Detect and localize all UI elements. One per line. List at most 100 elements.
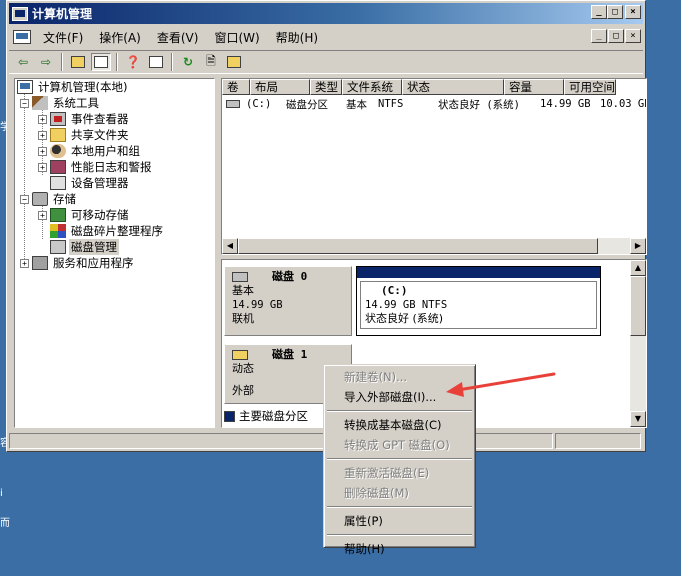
free-space-cell: 10.03 GB — [600, 98, 647, 110]
export-button[interactable] — [224, 53, 244, 71]
scroll-right-button[interactable]: ▶ — [630, 238, 646, 254]
menu-item-convert-basic[interactable]: 转换成基本磁盘(C) — [326, 415, 473, 435]
menu-file[interactable]: 文件(F) — [35, 27, 91, 48]
disk-0-info[interactable]: 磁盘 0 基本 14.99 GB 联机 — [224, 266, 352, 336]
scroll-thumb[interactable] — [238, 238, 598, 254]
users-icon — [50, 144, 66, 158]
folder-up-icon — [71, 56, 85, 68]
computer-icon — [17, 80, 33, 94]
console-icon[interactable] — [13, 30, 31, 44]
drive-icon — [226, 100, 240, 108]
column-header-capacity[interactable]: 容量 — [504, 79, 564, 95]
close-button[interactable]: × — [625, 5, 641, 19]
column-header-type[interactable]: 类型 — [310, 79, 342, 95]
minimize-button[interactable]: _ — [591, 5, 607, 19]
expand-icon[interactable]: + — [38, 162, 47, 172]
scroll-down-button[interactable]: ▼ — [630, 411, 646, 427]
disk-context-menu: 新建卷(N)... 导入外部磁盘(I)... 转换成基本磁盘(C) 转换成 GP… — [323, 364, 476, 556]
up-level-button[interactable] — [68, 53, 88, 71]
desktop-text-fragment: i — [0, 488, 3, 499]
menu-item-reactivate[interactable]: 重新激活磁盘(E) — [326, 463, 473, 483]
tree-item-event-viewer[interactable]: + 事件查看器 — [38, 111, 131, 127]
properties-button[interactable]: 🗎 — [201, 53, 221, 71]
forward-button[interactable]: ⇨ — [36, 53, 56, 71]
volume-name: (C:) — [246, 98, 272, 110]
column-header-layout[interactable]: 布局 — [250, 79, 310, 95]
help-icon: ❓ — [125, 55, 141, 69]
column-header-filesystem[interactable]: 文件系统 — [342, 79, 402, 95]
scroll-left-button[interactable]: ◀ — [222, 238, 238, 254]
tree-label: 共享文件夹 — [71, 128, 129, 142]
toolbar-separator — [171, 53, 173, 71]
menu-help[interactable]: 帮助(H) — [268, 27, 326, 48]
refresh-button[interactable]: ↻ — [178, 53, 198, 71]
tree-label: 本地用户和组 — [71, 144, 140, 158]
disk-management-icon — [50, 240, 66, 254]
volume-c-block[interactable]: (C:) 14.99 GB NTFS 状态良好 (系统) — [356, 266, 601, 336]
event-viewer-icon — [50, 112, 66, 126]
tree-item-device-manager[interactable]: 设备管理器 — [50, 175, 131, 191]
menu-item-remove-disk[interactable]: 删除磁盘(M) — [326, 483, 473, 503]
tree-item-disk-management[interactable]: 磁盘管理 — [50, 239, 119, 255]
child-restore-button[interactable]: □ — [608, 29, 624, 43]
menu-view[interactable]: 查看(V) — [149, 27, 207, 48]
toolbar-separator — [116, 53, 118, 71]
column-header-free-space[interactable]: 可用空间 — [564, 79, 616, 95]
horizontal-scrollbar[interactable]: ◀ ▶ — [222, 238, 646, 254]
column-header-status[interactable]: 状态 — [402, 79, 504, 95]
legend-swatch — [224, 410, 235, 422]
tree-item-storage[interactable]: − 存储 — [20, 191, 78, 207]
scroll-up-button[interactable]: ▲ — [630, 260, 646, 276]
menu-item-new-volume[interactable]: 新建卷(N)... — [326, 367, 473, 387]
vertical-scrollbar[interactable]: ▲ ▼ — [630, 260, 646, 427]
child-close-button[interactable]: × — [625, 29, 641, 43]
back-arrow-icon: ⇦ — [17, 55, 29, 69]
expand-icon[interactable]: + — [38, 114, 47, 124]
maximize-button[interactable]: □ — [607, 5, 623, 19]
action-pane-button[interactable] — [146, 53, 166, 71]
layout-cell: 磁盘分区 — [286, 98, 328, 111]
defrag-icon — [50, 224, 66, 238]
help-button[interactable]: ❓ — [123, 53, 143, 71]
disk-status: 联机 — [232, 312, 254, 325]
tree-item-shared-folders[interactable]: + 共享文件夹 — [38, 127, 131, 143]
volume-status: 状态良好 (系统) — [365, 312, 444, 325]
tree-item-removable-storage[interactable]: + 可移动存储 — [38, 207, 131, 223]
expand-icon[interactable]: + — [20, 258, 29, 268]
tree-item-defrag[interactable]: 磁盘碎片整理程序 — [50, 223, 165, 239]
menu-window[interactable]: 窗口(W) — [206, 27, 267, 48]
tree-item-local-users[interactable]: + 本地用户和组 — [38, 143, 142, 159]
tree-label: 磁盘碎片整理程序 — [71, 224, 163, 238]
volume-size-fs: 14.99 GB NTFS — [365, 299, 448, 311]
back-button[interactable]: ⇦ — [13, 53, 33, 71]
shared-folder-icon — [50, 128, 66, 142]
tree-label: 服务和应用程序 — [53, 256, 134, 270]
tree-label: 设备管理器 — [71, 176, 129, 190]
tree-item-perf-logs[interactable]: + 性能日志和警报 — [38, 159, 154, 175]
show-tree-button[interactable] — [91, 53, 111, 71]
expand-icon[interactable]: + — [38, 146, 47, 156]
menu-item-properties[interactable]: 属性(P) — [326, 511, 473, 531]
tree-item-system-tools[interactable]: − 系统工具 — [20, 95, 101, 111]
scroll-thumb[interactable] — [630, 276, 646, 336]
menu-separator — [327, 534, 472, 536]
primary-partition-bar — [357, 267, 600, 278]
expand-icon[interactable]: + — [38, 210, 47, 220]
collapse-icon[interactable]: − — [20, 194, 29, 204]
child-minimize-button[interactable]: _ — [591, 29, 607, 43]
table-row[interactable]: (C:) 磁盘分区 基本 NTFS 状态良好 (系统) 14.99 GB 10.… — [222, 96, 647, 112]
disk-name: 磁盘 0 — [272, 270, 308, 283]
properties-icon: 🗎 — [206, 53, 216, 68]
collapse-icon[interactable]: − — [20, 98, 29, 108]
menu-item-convert-gpt[interactable]: 转换成 GPT 磁盘(O) — [326, 435, 473, 455]
menu-action[interactable]: 操作(A) — [91, 27, 149, 48]
console-tree: 计算机管理(本地) − 系统工具 + 事件查看器 + 共享文件夹 + 本地用户和… — [14, 78, 215, 428]
menu-item-import-foreign-disks[interactable]: 导入外部磁盘(I)... — [326, 387, 473, 407]
refresh-icon: ↻ — [182, 55, 194, 69]
title-bar[interactable]: 计算机管理 _ □ × — [9, 3, 643, 24]
expand-icon[interactable]: + — [38, 130, 47, 140]
column-header-volume[interactable]: 卷 — [222, 79, 250, 95]
menu-item-help[interactable]: 帮助(H) — [326, 539, 473, 559]
tree-item-root[interactable]: 计算机管理(本地) — [17, 79, 129, 95]
tree-item-services[interactable]: + 服务和应用程序 — [20, 255, 136, 271]
